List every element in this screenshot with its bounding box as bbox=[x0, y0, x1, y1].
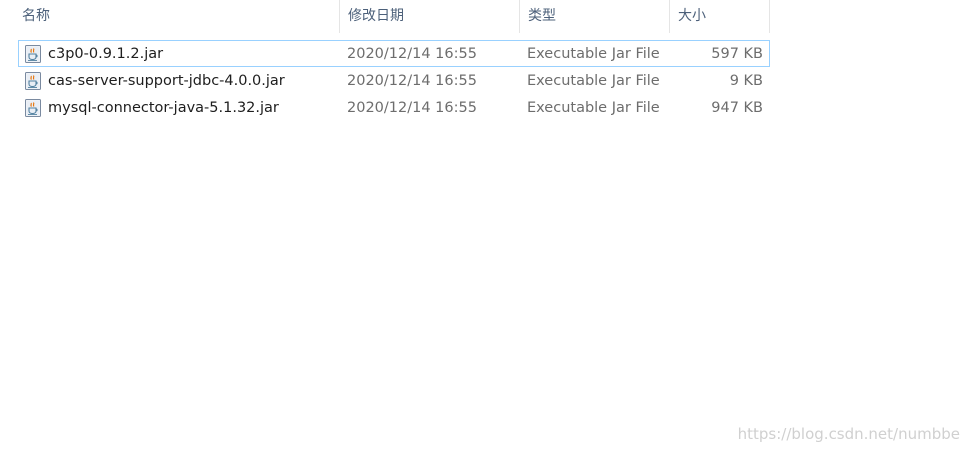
file-name: c3p0-0.9.1.2.jar bbox=[48, 45, 164, 62]
column-header-name[interactable]: ^ 名称 bbox=[0, 0, 340, 33]
file-list: c3p0-0.9.1.2.jar 2020/12/14 16:55 Execut… bbox=[18, 40, 770, 121]
java-jar-icon bbox=[25, 44, 41, 63]
column-header-size[interactable]: 大小 bbox=[670, 0, 770, 33]
column-header-date-modified[interactable]: 修改日期 bbox=[340, 0, 520, 33]
file-row[interactable]: c3p0-0.9.1.2.jar 2020/12/14 16:55 Execut… bbox=[18, 40, 770, 67]
java-jar-icon bbox=[25, 98, 41, 117]
column-header-name-label: 名称 bbox=[22, 8, 50, 24]
file-size: 9 KB bbox=[729, 72, 763, 89]
file-name-cell: c3p0-0.9.1.2.jar bbox=[19, 44, 341, 63]
file-date-modified: 2020/12/14 16:55 bbox=[347, 72, 477, 89]
file-size: 947 KB bbox=[711, 99, 763, 116]
file-name: mysql-connector-java-5.1.32.jar bbox=[48, 99, 279, 116]
file-date-modified: 2020/12/14 16:55 bbox=[347, 45, 477, 62]
watermark-text: https://blog.csdn.net/numbbe bbox=[737, 425, 960, 443]
file-date-modified: 2020/12/14 16:55 bbox=[347, 99, 477, 116]
column-header-date-label: 修改日期 bbox=[348, 8, 404, 24]
column-header-row: ^ 名称 修改日期 类型 大小 bbox=[0, 0, 770, 33]
file-name-cell: mysql-connector-java-5.1.32.jar bbox=[19, 98, 341, 117]
file-size: 597 KB bbox=[711, 45, 763, 62]
java-jar-icon bbox=[25, 71, 41, 90]
column-header-size-label: 大小 bbox=[678, 8, 706, 24]
file-explorer-details-view: ^ 名称 修改日期 类型 大小 c3 bbox=[0, 0, 968, 451]
file-row[interactable]: cas-server-support-jdbc-4.0.0.jar 2020/1… bbox=[18, 67, 770, 94]
column-header-type[interactable]: 类型 bbox=[520, 0, 670, 33]
sort-ascending-icon: ^ bbox=[170, 0, 180, 7]
column-header-type-label: 类型 bbox=[528, 8, 556, 24]
file-row[interactable]: mysql-connector-java-5.1.32.jar 2020/12/… bbox=[18, 94, 770, 121]
file-type: Executable Jar File bbox=[527, 99, 660, 116]
file-name: cas-server-support-jdbc-4.0.0.jar bbox=[48, 72, 285, 89]
file-type: Executable Jar File bbox=[527, 72, 660, 89]
file-type: Executable Jar File bbox=[527, 45, 660, 62]
file-name-cell: cas-server-support-jdbc-4.0.0.jar bbox=[19, 71, 341, 90]
